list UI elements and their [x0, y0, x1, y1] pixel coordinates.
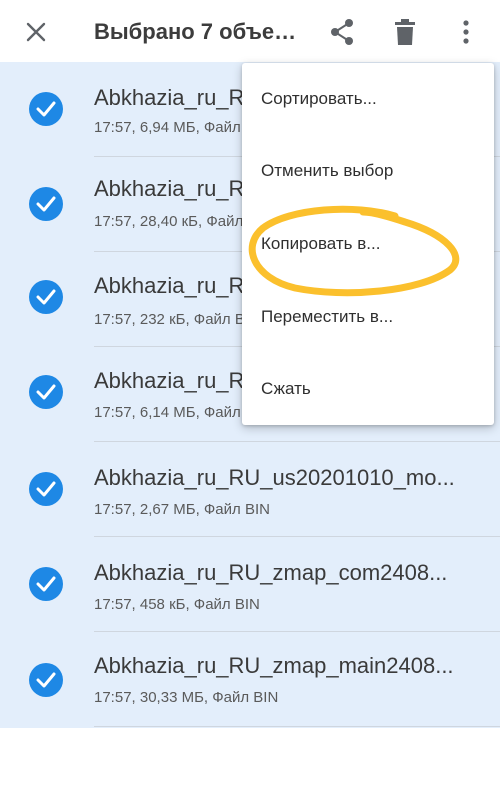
selected-checkbox[interactable] [29, 472, 63, 506]
selected-checkbox[interactable] [29, 663, 63, 697]
menu-item-move-to[interactable]: Переместить в... [242, 281, 494, 353]
selected-checkbox[interactable] [29, 92, 63, 126]
file-name: Abkhazia_ru_RU_zmap_main2408... [94, 653, 454, 678]
check-icon [36, 101, 56, 117]
file-meta: 17:57, 30,33 МБ, Файл BIN [94, 689, 279, 706]
more-vert-icon [463, 20, 469, 44]
selected-checkbox[interactable] [29, 567, 63, 601]
file-row[interactable]: Abkhazia_ru_RU_zmap_com2408... 17:57, 45… [0, 537, 500, 632]
selected-checkbox[interactable] [29, 187, 63, 221]
share-icon [331, 19, 353, 45]
menu-item-label: Копировать в... [261, 234, 381, 253]
check-icon [36, 384, 56, 400]
selected-checkbox[interactable] [29, 280, 63, 314]
menu-item-label: Отменить выбор [261, 161, 394, 180]
close-button[interactable] [14, 10, 58, 54]
selection-title: Выбрано 7 объектов [94, 19, 304, 44]
more-options-button[interactable] [444, 10, 488, 54]
file-name: Abkhazia_ru_RU_zmap_com2408... [94, 560, 448, 585]
file-row[interactable]: Abkhazia_ru_RU_zmap_main2408... 17:57, 3… [0, 632, 500, 727]
menu-item-sort[interactable]: Сортировать... [242, 63, 494, 135]
menu-item-deselect[interactable]: Отменить выбор [242, 135, 494, 207]
menu-item-copy-to[interactable]: Копировать в... [242, 208, 494, 280]
delete-button[interactable] [383, 10, 427, 54]
share-button[interactable] [320, 10, 364, 54]
close-icon [26, 22, 46, 42]
check-icon [36, 672, 56, 688]
file-meta: 17:57, 2,67 МБ, Файл BIN [94, 501, 270, 518]
menu-item-compress[interactable]: Сжать [242, 353, 494, 425]
menu-item-label: Сжать [261, 379, 311, 398]
menu-item-label: Переместить в... [261, 307, 394, 326]
file-meta: 17:57, 458 кБ, Файл BIN [94, 596, 260, 613]
check-icon [36, 196, 56, 212]
overflow-menu: Сортировать... Отменить выбор Копировать… [242, 63, 494, 425]
check-icon [36, 481, 56, 497]
selected-checkbox[interactable] [29, 375, 63, 409]
menu-item-label: Сортировать... [261, 89, 377, 108]
app-bar: Выбрано 7 объектов [0, 0, 500, 62]
row-divider [94, 726, 500, 727]
trash-icon [395, 19, 415, 45]
file-row[interactable]: Abkhazia_ru_RU_us20201010_mo... 17:57, 2… [0, 442, 500, 537]
file-name: Abkhazia_ru_RU_us20201010_mo... [94, 465, 455, 490]
check-icon [36, 576, 56, 592]
check-icon [36, 289, 56, 305]
